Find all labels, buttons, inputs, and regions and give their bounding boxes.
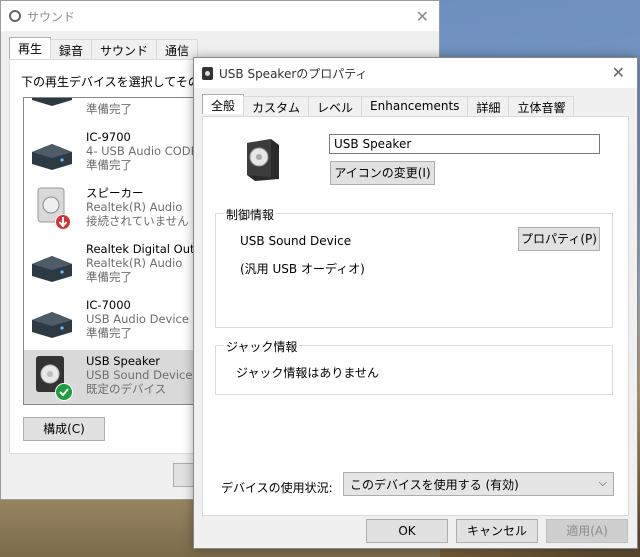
device-status: 既定のデバイス — [86, 382, 167, 396]
device-name: USB Speaker — [86, 354, 161, 368]
device-status: 準備完了 — [86, 158, 132, 172]
device-status: 準備完了 — [86, 326, 132, 340]
apply-button[interactable]: 適用(A) — [546, 519, 628, 543]
tab-playback[interactable]: 再生 — [9, 37, 52, 59]
controller-type: (汎用 USB オーディオ) — [240, 262, 365, 276]
sound-window-title: サウンド — [27, 9, 76, 24]
tab-communications[interactable]: 通信 — [156, 39, 199, 59]
playback-device-list[interactable]: 準備完了 IC-9700 4- USB Audio CODEC 準備完了 スピー… — [23, 97, 198, 405]
tab-spatial-sound[interactable]: 立体音響 — [508, 96, 575, 116]
speaker-disconnected-icon — [37, 187, 71, 230]
audio-device-icon — [32, 312, 72, 338]
properties-button[interactable]: プロパティ(P) — [518, 227, 600, 251]
sound-window-titlebar: サウンド — [1, 1, 439, 31]
speaker-icon — [202, 66, 213, 80]
device-name-input[interactable] — [329, 134, 600, 154]
device-name: IC-9700 — [86, 130, 131, 144]
tab-general[interactable]: 全般 — [202, 94, 245, 114]
controller-name: USB Sound Device — [240, 234, 352, 248]
tab-custom[interactable]: カスタム — [243, 96, 310, 116]
device-driver: Realtek(R) Audio — [86, 200, 183, 214]
device-status: 準備完了 — [86, 102, 132, 116]
audio-device-icon — [32, 98, 72, 106]
ok-button[interactable]: OK — [366, 519, 448, 543]
speaker-icon — [247, 139, 279, 181]
device-name: スピーカー — [86, 186, 144, 200]
audio-device-icon — [32, 144, 72, 170]
device-usage-label: デバイスの使用状況: — [221, 481, 333, 495]
properties-dialog: USB Speakerのプロパティ ✕ アイコンの変更(I) 制御情報 USB … — [193, 57, 638, 549]
chevron-down-icon: ⌵ — [598, 476, 607, 489]
change-icon-button[interactable]: アイコンの変更(I) — [330, 161, 435, 185]
device-driver: Realtek(R) Audio — [86, 256, 183, 270]
tab-enhancements[interactable]: Enhancements — [361, 96, 469, 116]
tab-advanced[interactable]: 詳細 — [467, 96, 510, 116]
tab-levels[interactable]: レベル — [308, 96, 363, 116]
dialog-titlebar: USB Speakerのプロパティ — [194, 58, 637, 88]
close-icon[interactable]: ✕ — [612, 63, 625, 82]
tab-recording[interactable]: 録音 — [50, 39, 93, 59]
close-icon[interactable]: ✕ — [416, 7, 429, 26]
jack-info-text: ジャック情報はありません — [236, 366, 380, 380]
device-usage-value: このデバイスを使用する (有効) — [350, 478, 519, 492]
audio-device-icon — [32, 256, 72, 282]
cancel-button[interactable]: キャンセル — [456, 519, 538, 543]
device-name: Realtek Digital Output — [86, 242, 197, 256]
device-item[interactable]: スピーカー Realtek(R) Audio 接続されていません — [24, 182, 197, 238]
speaker-default-icon — [36, 356, 73, 401]
sound-tabs: 再生 録音 サウンド 通信 — [9, 37, 199, 59]
device-status: 接続されていません — [86, 214, 189, 228]
device-item[interactable]: 準備完了 — [24, 98, 197, 118]
jack-info-group: ジャック情報 ジャック情報はありません — [215, 338, 613, 395]
dialog-title: USB Speakerのプロパティ — [219, 66, 368, 81]
configure-button[interactable]: 構成(C) — [23, 417, 105, 441]
device-driver: USB Sound Device — [86, 368, 193, 382]
device-item-selected[interactable]: USB Speaker USB Sound Device 既定のデバイス — [24, 350, 197, 404]
device-name: IC-7000 — [86, 298, 131, 312]
sound-app-icon — [9, 10, 21, 22]
device-driver: 4- USB Audio CODEC — [86, 144, 198, 158]
controller-info-label: 制御情報 — [224, 206, 277, 223]
device-driver: USB Audio Device — [86, 312, 189, 326]
device-item[interactable]: Realtek Digital Output Realtek(R) Audio … — [24, 238, 197, 294]
general-tab-panel: アイコンの変更(I) 制御情報 USB Sound Device (汎用 USB… — [202, 116, 629, 516]
dialog-tabs: 全般 カスタム レベル Enhancements 詳細 立体音響 — [202, 94, 575, 116]
controller-info-group: 制御情報 USB Sound Device (汎用 USB オーディオ) プロパ… — [215, 206, 613, 328]
tab-sounds[interactable]: サウンド — [91, 39, 158, 59]
device-item[interactable]: IC-9700 4- USB Audio CODEC 準備完了 — [24, 126, 197, 182]
device-status: 準備完了 — [86, 270, 132, 284]
device-usage-select[interactable]: このデバイスを使用する (有効) ⌵ — [343, 472, 614, 496]
device-item[interactable]: IC-7000 USB Audio Device 準備完了 — [24, 294, 197, 350]
jack-info-label: ジャック情報 — [224, 338, 300, 355]
